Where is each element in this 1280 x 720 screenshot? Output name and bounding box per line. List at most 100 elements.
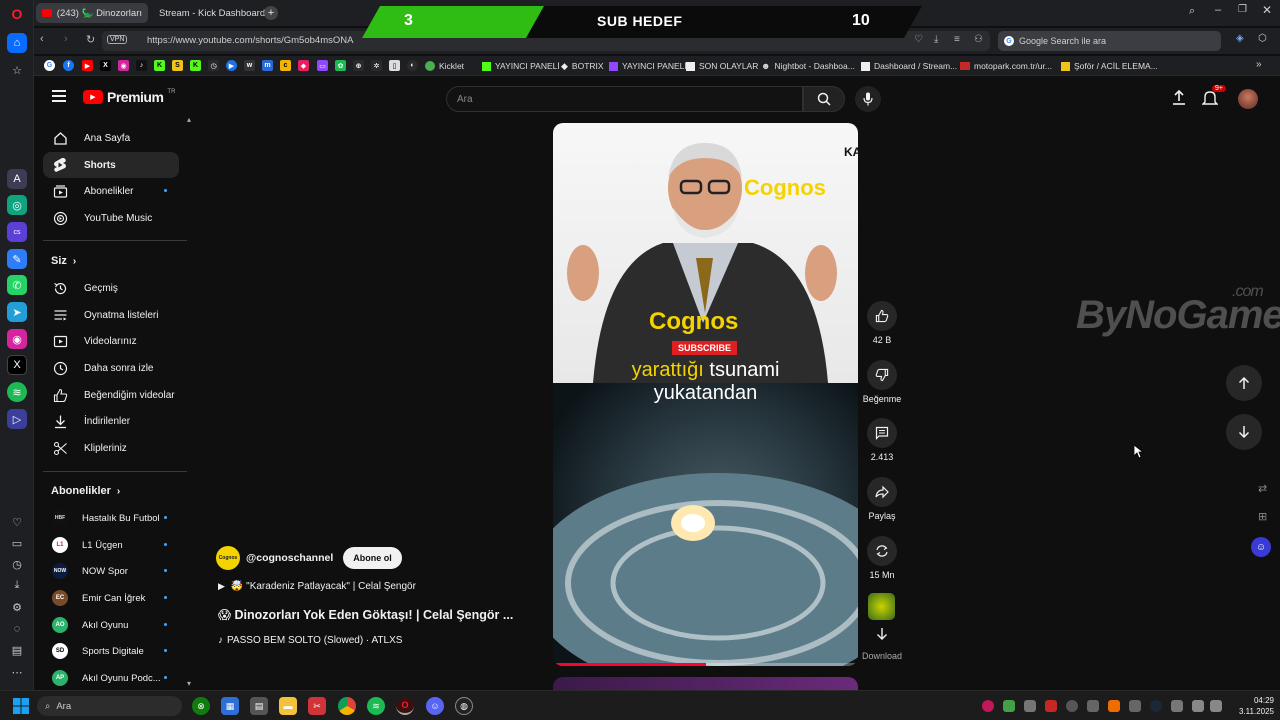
calculator-icon[interactable]: ▤ bbox=[250, 697, 268, 715]
new-tab-button[interactable]: + bbox=[264, 6, 278, 20]
next-short-button[interactable] bbox=[1226, 414, 1262, 450]
reload-icon[interactable]: ↻ bbox=[86, 33, 95, 46]
nav-liked-videos[interactable]: Beğendiğim videolar bbox=[43, 382, 179, 408]
search-input[interactable]: Ara bbox=[446, 86, 803, 112]
nav-your-videos[interactable]: Videolarınız bbox=[43, 328, 179, 354]
bookmark-nightbot[interactable]: ☻ Nightbot - Dashboa... bbox=[761, 58, 855, 74]
leaf-bookmark-icon[interactable]: ✿ bbox=[335, 60, 346, 71]
channel-handle[interactable]: @cognoschannel bbox=[246, 552, 333, 564]
network-icon[interactable] bbox=[1192, 700, 1204, 712]
facebook-bookmark-icon[interactable]: f bbox=[63, 60, 74, 71]
comments-button[interactable] bbox=[867, 418, 897, 448]
doc-bookmark-icon[interactable]: ▯ bbox=[389, 60, 400, 71]
like-button[interactable] bbox=[867, 301, 897, 331]
twitch-bookmark-icon[interactable]: ▭ bbox=[317, 60, 328, 71]
x-bookmark-icon[interactable]: X bbox=[100, 60, 111, 71]
more-bookmarks-icon[interactable]: » bbox=[1256, 59, 1262, 70]
google-search-field[interactable]: G Google Search ile ara bbox=[998, 31, 1221, 51]
microphone-icon[interactable] bbox=[1171, 700, 1183, 712]
download-icon[interactable]: ⤓ bbox=[7, 575, 27, 595]
volume-icon[interactable] bbox=[1210, 700, 1222, 712]
playlist-row[interactable]: ▶ 🤯 "Karadeniz Patlayacak" | Celal Şengö… bbox=[218, 581, 416, 592]
tray-app-icon[interactable] bbox=[982, 700, 994, 712]
taskbar-search[interactable]: ⌕ Ara bbox=[37, 696, 182, 716]
k-bookmark-icon[interactable]: K bbox=[190, 60, 201, 71]
chat-icon[interactable]: ▭ bbox=[7, 533, 27, 553]
clock[interactable]: 04:29 3.11.2025 bbox=[1230, 695, 1274, 717]
extension-icon[interactable]: ▤ bbox=[7, 640, 27, 660]
bookmark-sofor[interactable]: Şoför / ACİL ELEMA... bbox=[1061, 58, 1158, 74]
sound-thumbnail[interactable] bbox=[868, 593, 895, 620]
subscription-item[interactable]: L1 L1 Üçgen bbox=[43, 532, 179, 558]
nav-clips[interactable]: Klipleriniz bbox=[43, 435, 179, 461]
tab-kick[interactable]: Stream - Kick Dashboard bbox=[148, 3, 266, 23]
notifications-button[interactable]: 9+ bbox=[1201, 85, 1226, 107]
nav-downloads[interactable]: İndirilenler bbox=[43, 408, 179, 434]
music-row[interactable]: ♪ PASSO BEM SOLTO (Slowed) · ATLXS bbox=[218, 635, 402, 646]
download-action[interactable]: Download bbox=[860, 627, 904, 661]
you-section-title[interactable]: Siz › bbox=[51, 255, 76, 267]
aria-icon[interactable]: A bbox=[7, 169, 27, 189]
assistant-widget-icon[interactable]: ☺ bbox=[1251, 537, 1271, 557]
subscribe-button[interactable]: Abone ol bbox=[343, 547, 402, 569]
forward-icon[interactable]: › bbox=[64, 33, 68, 45]
bookmark-dashboard-stream[interactable]: Dashboard / Stream... bbox=[861, 58, 957, 74]
globe-bookmark-icon[interactable]: ⊕ bbox=[353, 60, 364, 71]
tray-app-icon[interactable] bbox=[1087, 700, 1099, 712]
file-explorer-icon[interactable]: ▬ bbox=[279, 697, 297, 715]
translate-icon[interactable]: ⇄ bbox=[1258, 482, 1267, 495]
account-avatar[interactable] bbox=[1238, 89, 1258, 109]
tray-app-icon[interactable] bbox=[1024, 700, 1036, 712]
pin-bookmark-icon[interactable]: ◆ bbox=[298, 60, 309, 71]
remix-button[interactable] bbox=[867, 536, 897, 566]
bookmark-son-olaylar[interactable]: SON OLAYLAR bbox=[686, 58, 758, 74]
messenger-icon[interactable]: ✎ bbox=[7, 249, 27, 269]
grid-widget-icon[interactable]: ⊞ bbox=[1258, 510, 1267, 523]
tiktok-bookmark-icon[interactable]: ♪ bbox=[136, 60, 147, 71]
m-bookmark-icon[interactable]: m bbox=[262, 60, 273, 71]
sidebar-scroll-down-icon[interactable]: ▾ bbox=[187, 679, 191, 688]
vpn-badge[interactable]: VPN bbox=[107, 35, 128, 44]
spotify-icon[interactable]: ≋ bbox=[7, 382, 27, 402]
bookmark-botrix[interactable]: ◆ BOTRIX bbox=[561, 58, 604, 74]
clock-bookmark-icon[interactable]: ◷ bbox=[208, 60, 219, 71]
instagram-icon[interactable]: ◉ bbox=[7, 329, 27, 349]
channel-avatar[interactable]: Cognos bbox=[216, 546, 240, 570]
bookmark-yayinci-paneli-2[interactable]: YAYINCI PANELİ bbox=[609, 58, 687, 74]
player-icon[interactable]: ▷ bbox=[7, 409, 27, 429]
windows-start-icon[interactable] bbox=[12, 697, 30, 715]
bulb-icon[interactable]: ◌ bbox=[7, 619, 27, 639]
tray-app-icon[interactable] bbox=[1066, 700, 1078, 712]
s-bookmark-icon[interactable]: S bbox=[172, 60, 183, 71]
kick-bookmark-icon[interactable]: K bbox=[154, 60, 165, 71]
share-button[interactable] bbox=[867, 477, 897, 507]
subscription-item[interactable]: EC Emir Can İğrek bbox=[43, 585, 179, 611]
comments-action[interactable]: 2.413 bbox=[863, 418, 901, 462]
close-button[interactable]: ✕ bbox=[1262, 3, 1272, 17]
back-icon[interactable]: ‹ bbox=[40, 33, 44, 45]
snipping-tool-icon[interactable]: ✂ bbox=[308, 697, 326, 715]
nav-watch-later[interactable]: Daha sonra izle bbox=[43, 355, 179, 381]
nav-home[interactable]: Ana Sayfa bbox=[43, 125, 179, 151]
nav-history[interactable]: Geçmiş bbox=[43, 275, 179, 301]
minimize-button[interactable]: – bbox=[1215, 4, 1221, 16]
store-icon[interactable]: ▦ bbox=[221, 697, 239, 715]
bookmark-yayinci-paneli[interactable]: YAYINCI PANELİ bbox=[482, 58, 560, 74]
nav-playlists[interactable]: Oynatma listeleri bbox=[43, 302, 179, 328]
gear-bookmark-icon[interactable]: ✲ bbox=[371, 60, 382, 71]
chatgpt-icon[interactable]: ◎ bbox=[7, 195, 27, 215]
nav-youtube-music[interactable]: YouTube Music bbox=[43, 205, 179, 231]
cube-icon[interactable]: ⬡ bbox=[1258, 33, 1267, 44]
sidebar-scroll-up-icon[interactable]: ▴ bbox=[187, 115, 191, 124]
dislike-button[interactable] bbox=[867, 360, 897, 390]
history-icon[interactable]: ◷ bbox=[7, 554, 27, 574]
settings-icon[interactable]: ⚙ bbox=[7, 597, 27, 617]
more-icon[interactable]: ⋯ bbox=[7, 662, 27, 682]
like-action[interactable]: 42 B bbox=[863, 301, 901, 345]
speed-dial-icon[interactable]: ◈ bbox=[1236, 33, 1244, 44]
short-video-player[interactable]: Cognos KA Cognos SUBSCRIBE yarattığı tsu… bbox=[553, 123, 858, 666]
dislike-action[interactable]: Beğenme bbox=[863, 360, 901, 404]
next-short-preview[interactable] bbox=[553, 677, 858, 690]
nav-subscriptions[interactable]: Abonelikler bbox=[43, 178, 179, 204]
restore-button[interactable]: ❐ bbox=[1238, 4, 1247, 15]
